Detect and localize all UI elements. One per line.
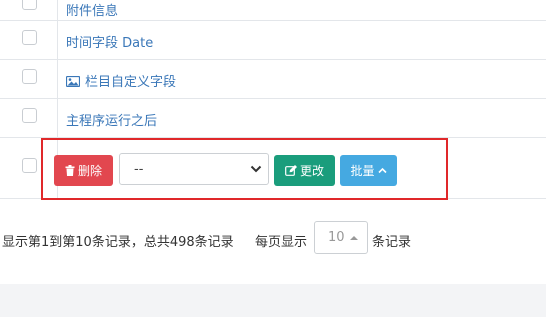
caret-up-icon <box>349 235 358 240</box>
row-label-link[interactable]: 时间字段 Date <box>66 32 153 51</box>
action-select[interactable]: -- <box>119 153 269 185</box>
delete-button[interactable]: 删除 <box>54 155 113 186</box>
per-page-prefix: 每页显示 <box>255 235 308 250</box>
row-checkbox[interactable] <box>22 30 37 45</box>
batch-button[interactable]: 批量 <box>340 155 397 186</box>
row-checkbox[interactable] <box>22 108 37 123</box>
action-select-value: -- <box>134 161 144 177</box>
update-button[interactable]: 更改 <box>274 155 335 186</box>
row-label-link[interactable]: 主程序运行之后 <box>66 110 157 129</box>
delete-button-label: 删除 <box>77 164 102 178</box>
page-footer <box>0 284 546 317</box>
trash-icon <box>65 165 75 176</box>
pagination-summary: 显示第1到第10条记录，总共498条记录 <box>2 235 234 250</box>
row-checkbox[interactable] <box>22 0 37 10</box>
row-label-text: 栏目自定义字段 <box>85 75 177 90</box>
edit-icon <box>285 165 297 176</box>
page-size-select[interactable]: 10 <box>314 221 368 254</box>
table-row: 附件信息 <box>0 0 546 21</box>
row-label-link[interactable]: 栏目自定义字段 <box>66 71 176 90</box>
select-all-checkbox[interactable] <box>22 158 37 173</box>
batch-button-label: 批量 <box>350 164 375 178</box>
per-page-suffix: 条记录 <box>372 235 412 250</box>
page-size-value: 10 <box>328 230 345 245</box>
table-row: 栏目自定义字段 <box>0 60 546 99</box>
chevron-down-icon <box>250 165 262 173</box>
chevron-up-icon <box>377 167 387 174</box>
image-icon <box>66 76 80 87</box>
row-label-link[interactable]: 附件信息 <box>66 0 118 19</box>
update-button-label: 更改 <box>299 164 324 178</box>
table-row: 主程序运行之后 <box>0 99 546 138</box>
row-checkbox[interactable] <box>22 69 37 84</box>
table-row: 时间字段 Date <box>0 21 546 60</box>
